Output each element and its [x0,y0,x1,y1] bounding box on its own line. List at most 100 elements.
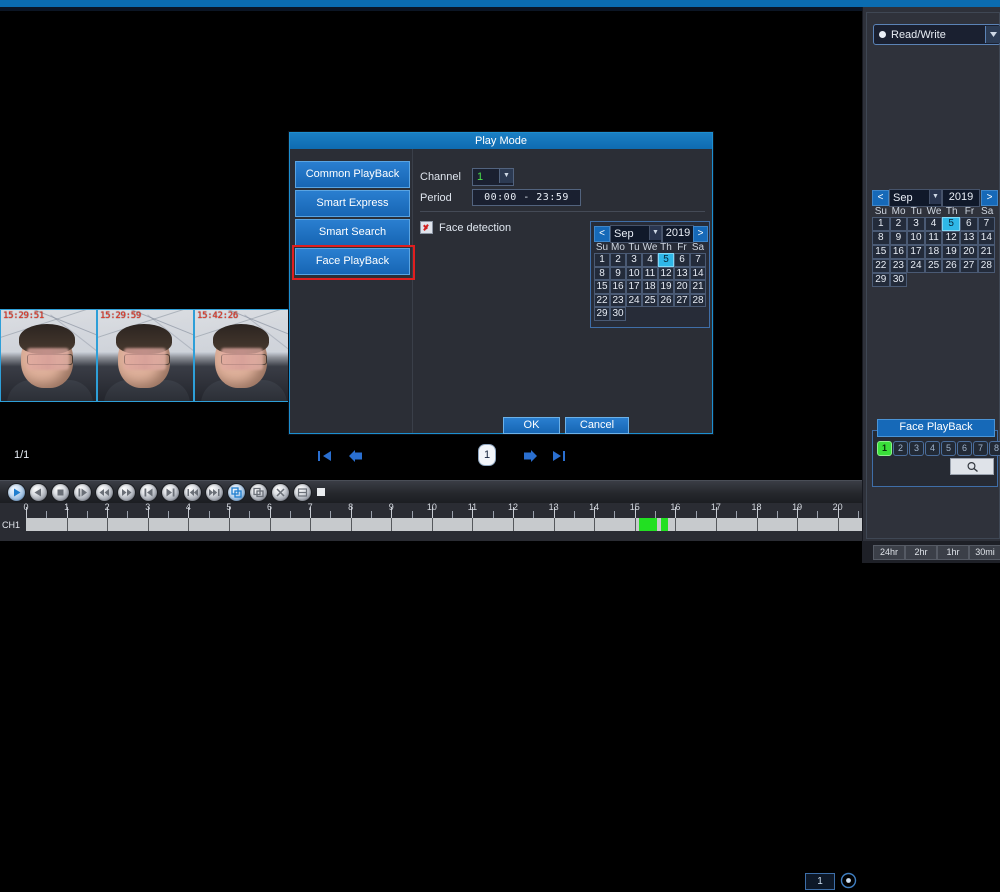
calendar-day-cell[interactable]: 7 [690,253,706,267]
calendar-day-cell[interactable]: 1 [594,253,610,267]
calendar-day-cell[interactable]: 30 [610,307,626,321]
channel-select[interactable]: 1 ▼ [472,168,514,186]
prev-page-icon[interactable] [346,447,366,465]
face-playback-title[interactable]: Face PlayBack [877,419,995,437]
channel-chip-7[interactable]: 7 [973,441,988,456]
calendar-day-cell[interactable]: 18 [925,245,943,259]
calendar-day-cell[interactable]: 13 [674,267,690,281]
calendar-day-cell[interactable]: 12 [942,231,960,245]
first-page-icon[interactable] [316,447,336,465]
calendar-day-cell[interactable]: 26 [942,259,960,273]
calendar-day-cell[interactable]: 14 [690,267,706,281]
calendar-day-cell[interactable]: 3 [907,217,925,231]
face-thumbnail[interactable]: 15:29:51 [0,309,97,402]
scale-24hr-button[interactable]: 24hr [873,545,905,560]
next-page-icon[interactable] [520,447,540,465]
calendar-year-input[interactable]: 2019 [662,225,694,243]
calendar-day-cell[interactable]: 23 [890,259,908,273]
timeline-record-segment[interactable] [661,518,668,531]
fast-forward-button[interactable] [118,484,135,501]
calendar-day-cell[interactable]: 20 [674,280,690,294]
stop-button[interactable] [52,484,69,501]
calendar-day-cell[interactable]: 10 [626,267,642,281]
scale-30min-button[interactable]: 30mi [969,545,1000,560]
rewind-button[interactable] [96,484,113,501]
chevron-down-icon[interactable]: ▼ [929,190,941,204]
calendar-day-cell[interactable]: 13 [960,231,978,245]
calendar-day-cell[interactable]: 23 [610,294,626,308]
calendar-day-cell[interactable]: 15 [594,280,610,294]
previous-file-button[interactable] [184,484,201,501]
calendar-day-cell[interactable]: 27 [674,294,690,308]
calendar-day-cell[interactable]: 19 [942,245,960,259]
calendar-month-select[interactable]: Sep ▼ [889,189,942,207]
calendar-year-input[interactable]: 2019 [942,189,980,207]
face-thumbnail[interactable]: 15:29:59 [97,309,194,402]
calendar-day-cell[interactable]: 6 [674,253,690,267]
calendar-day-cell[interactable]: 25 [642,294,658,308]
page-input[interactable]: 1 [805,873,835,890]
calendar-day-cell[interactable]: 19 [658,280,674,294]
calendar-day-cell[interactable]: 17 [907,245,925,259]
calendar-day-cell[interactable]: 15 [872,245,890,259]
play-button[interactable] [8,484,25,501]
calendar-day-cell[interactable]: 5 [658,253,674,267]
channel-chip-1[interactable]: 1 [877,441,892,456]
calendar-day-cell[interactable]: 8 [594,267,610,281]
calendar-day-cell[interactable]: 16 [890,245,908,259]
calendar-day-cell[interactable]: 12 [658,267,674,281]
channel-chip-5[interactable]: 5 [941,441,956,456]
chevron-down-icon[interactable] [985,26,1000,43]
calendar-day-cell[interactable]: 26 [658,294,674,308]
calendar-day-cell[interactable]: 27 [960,259,978,273]
calendar-day-cell[interactable]: 25 [925,259,943,273]
calendar-day-cell[interactable]: 21 [690,280,706,294]
sync-playback-button[interactable] [228,484,245,501]
calendar-day-cell[interactable]: 6 [960,217,978,231]
calendar-day-cell[interactable]: 4 [642,253,658,267]
next-file-button[interactable] [206,484,223,501]
calendar-day-cell[interactable]: 22 [872,259,890,273]
last-page-icon[interactable] [548,447,568,465]
timeline-record-segment[interactable] [639,518,657,531]
calendar-month-select[interactable]: Sep ▼ [610,225,662,243]
calendar-day-cell[interactable]: 1 [872,217,890,231]
timeline-track[interactable] [26,518,1000,531]
calendar-day-cell[interactable]: 24 [626,294,642,308]
calendar-day-cell[interactable]: 16 [610,280,626,294]
calendar-day-cell[interactable]: 10 [907,231,925,245]
channel-chip-8[interactable]: 8 [989,441,1000,456]
calendar-day-cell[interactable]: 7 [978,217,996,231]
calendar-next-button[interactable]: > [981,190,998,206]
clip-button[interactable] [250,484,267,501]
calendar-day-cell[interactable]: 30 [890,273,908,287]
calendar-next-button[interactable]: > [693,226,708,242]
checkbox-checked-icon[interactable] [420,221,433,234]
scale-2hr-button[interactable]: 2hr [905,545,937,560]
record-stop-indicator[interactable] [317,488,325,496]
calendar-day-cell[interactable]: 18 [642,280,658,294]
mode-smart-search-button[interactable]: Smart Search [295,219,410,246]
calendar-day-cell[interactable]: 28 [690,294,706,308]
calendar-day-cell[interactable]: 29 [872,273,890,287]
calendar-day-cell[interactable]: 24 [907,259,925,273]
current-page-indicator[interactable]: 1 [478,444,496,466]
calendar-day-cell[interactable]: 2 [610,253,626,267]
calendar-day-cell[interactable]: 3 [626,253,642,267]
calendar-day-cell[interactable]: 8 [872,231,890,245]
calendar-day-cell[interactable]: 2 [890,217,908,231]
chevron-down-icon[interactable]: ▼ [499,169,513,183]
scale-1hr-button[interactable]: 1hr [937,545,969,560]
previous-frame-button[interactable] [140,484,157,501]
mode-common-playback-button[interactable]: Common PlayBack [295,161,410,188]
reverse-play-button[interactable] [30,484,47,501]
calendar-day-cell[interactable]: 28 [978,259,996,273]
refresh-icon[interactable] [840,872,857,889]
calendar-day-cell[interactable]: 17 [626,280,642,294]
list-button[interactable] [294,484,311,501]
hdd-mode-select[interactable]: Read/Write [873,24,1000,45]
next-frame-button[interactable] [162,484,179,501]
channel-chip-4[interactable]: 4 [925,441,940,456]
calendar-day-cell[interactable]: 29 [594,307,610,321]
calendar-day-cell[interactable]: 11 [642,267,658,281]
